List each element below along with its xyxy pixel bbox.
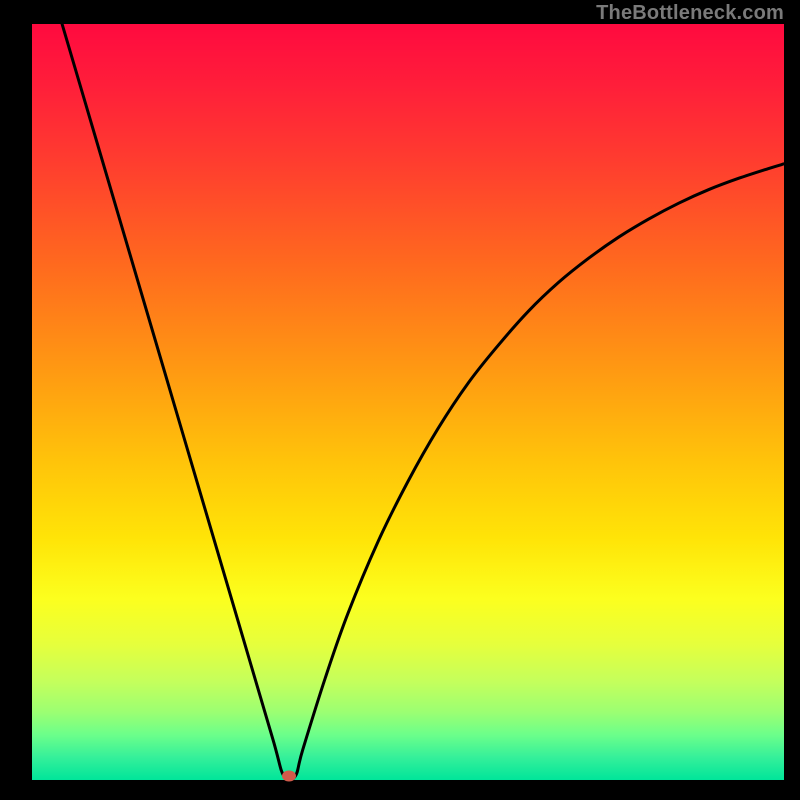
chart-frame: TheBottleneck.com [0,0,800,800]
minimum-marker [282,771,296,782]
watermark-text: TheBottleneck.com [596,2,784,25]
curve-svg [32,24,784,780]
bottleneck-curve [62,24,784,781]
plot-area [32,24,784,780]
